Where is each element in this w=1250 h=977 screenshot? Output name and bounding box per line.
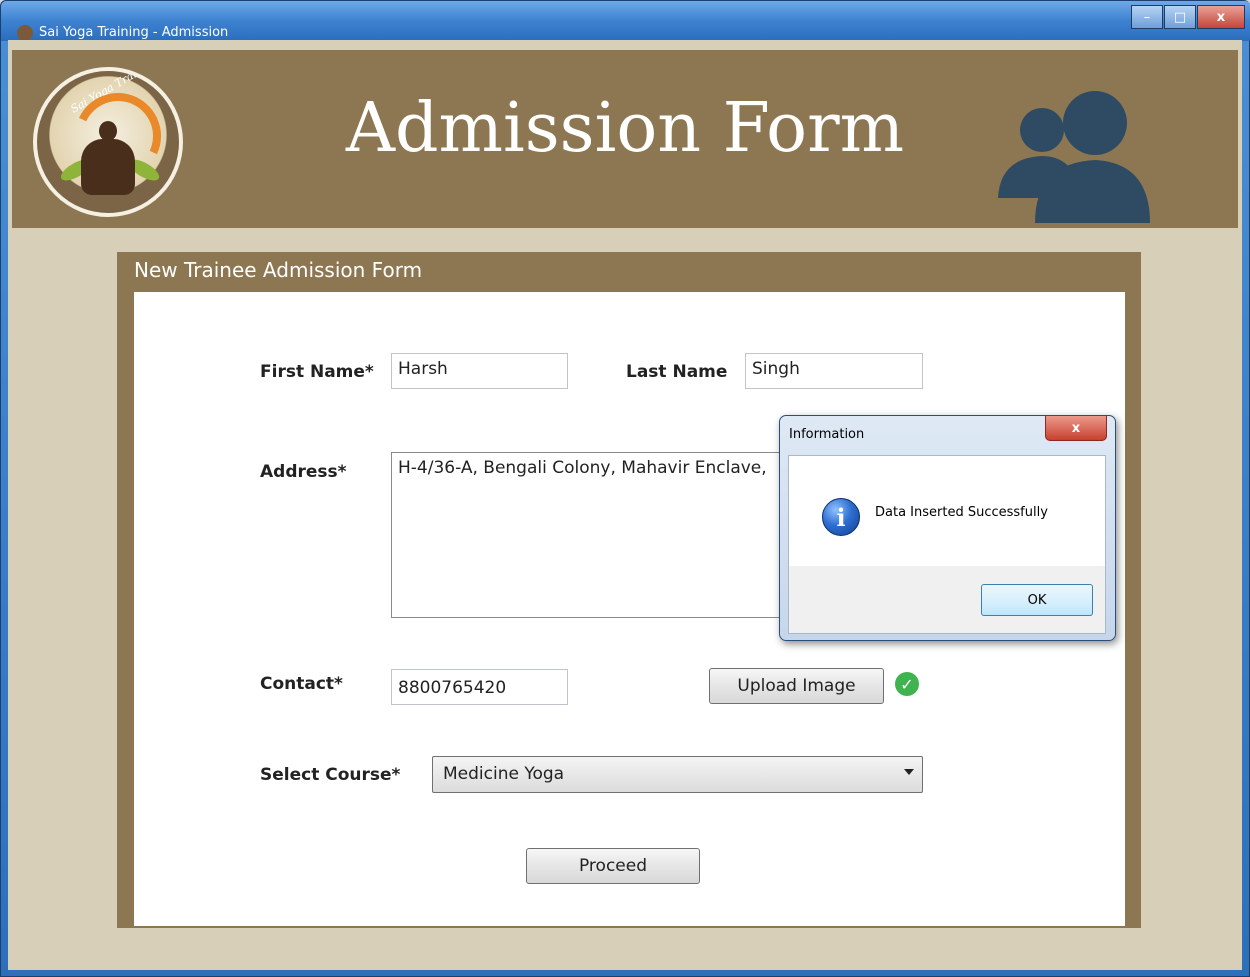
chevron-down-icon [904,769,914,775]
dialog-close-button[interactable]: x [1045,416,1107,441]
upload-image-button[interactable]: Upload Image [709,668,884,704]
maximize-button[interactable]: □ [1164,5,1196,29]
course-select[interactable]: Medicine Yoga [432,756,923,793]
address-label: Address* [260,462,347,482]
last-name-label: Last Name [626,362,728,382]
info-icon: i [822,498,860,536]
app-icon [17,25,33,41]
first-name-input[interactable]: Harsh [391,353,568,389]
first-name-label: First Name* [260,362,374,382]
window-title: Sai Yoga Training - Admission [39,25,229,40]
dialog-message: Data Inserted Successfully [875,505,1048,520]
contact-label: Contact* [260,674,343,694]
ok-button[interactable]: OK [981,584,1093,616]
minimize-button[interactable]: – [1131,5,1163,29]
panel-title: New Trainee Admission Form [134,258,423,282]
dialog-title: Information [789,427,865,442]
contact-input[interactable]: 8800765420 [391,669,568,705]
window-controls: – □ x [1130,5,1245,29]
check-circle-icon: ✓ [895,672,919,696]
close-button[interactable]: x [1197,5,1245,29]
proceed-button[interactable]: Proceed [526,848,700,884]
information-dialog: Information x i Data Inserted Successful… [779,415,1116,641]
last-name-input[interactable]: Singh [745,353,923,389]
users-icon [998,91,1150,223]
title-bar[interactable]: Sai Yoga Training - Admission – □ x [1,1,1250,41]
course-label: Select Course* [260,765,401,785]
course-selected-value: Medicine Yoga [443,764,565,784]
address-textarea[interactable]: H-4/36-A, Bengali Colony, Mahavir Enclav… [391,452,781,618]
